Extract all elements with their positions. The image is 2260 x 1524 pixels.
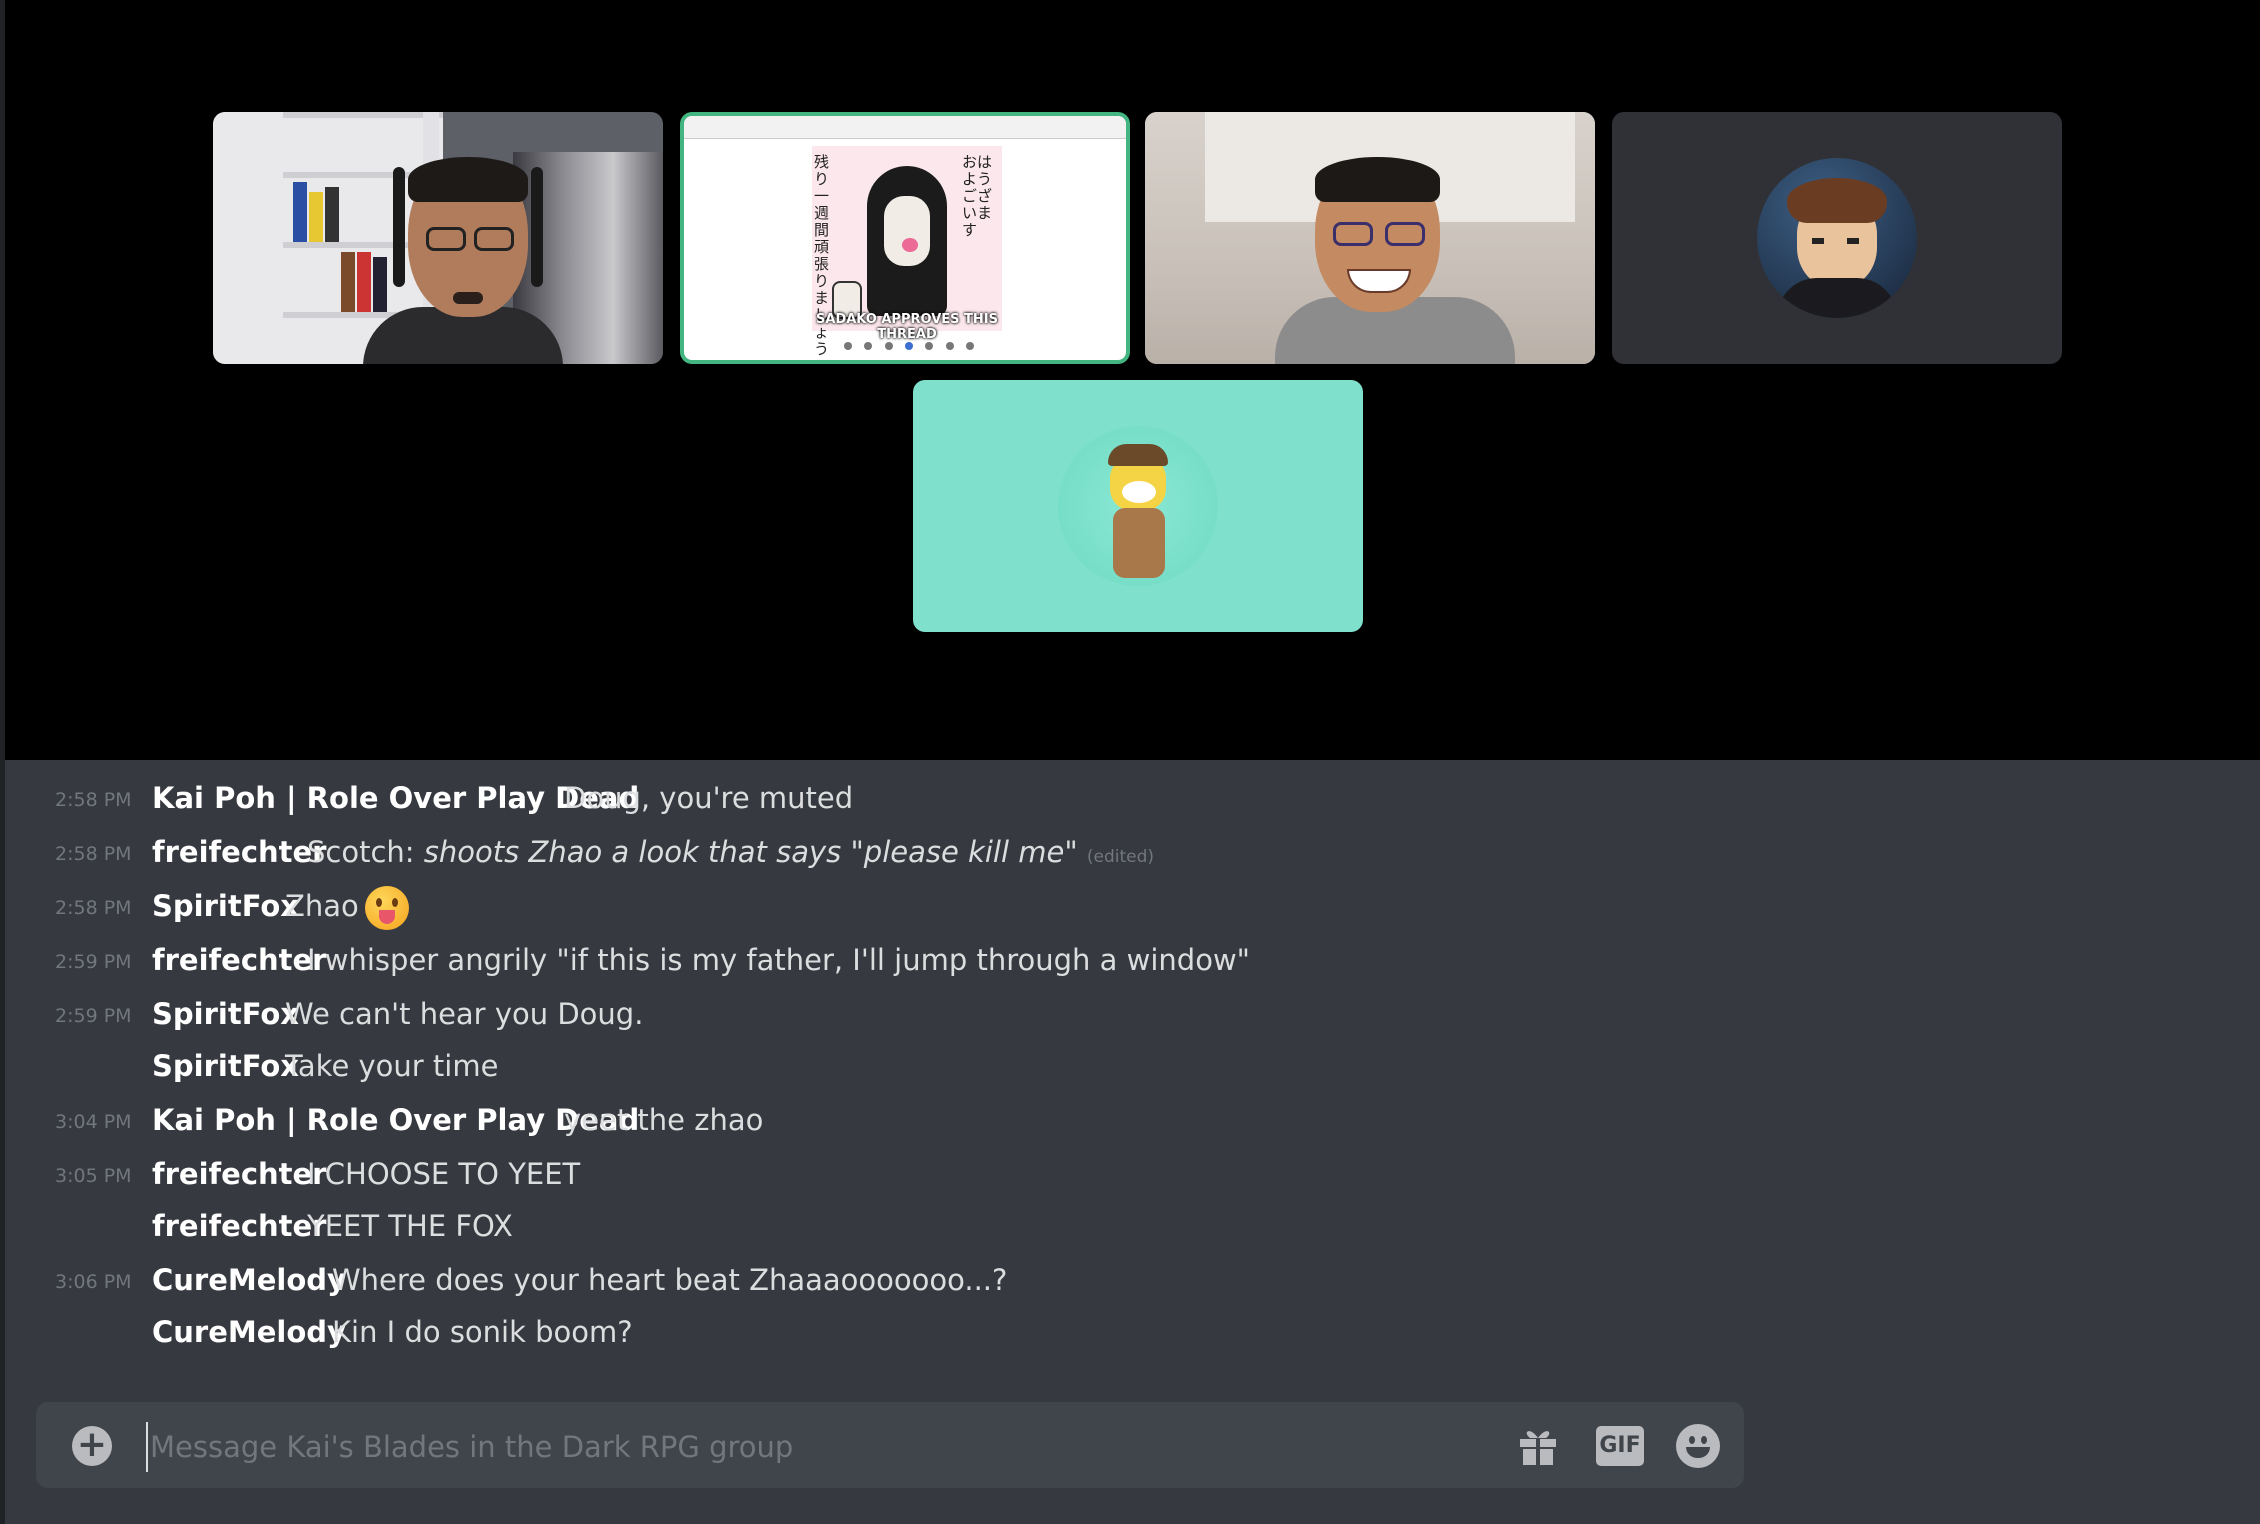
message-text: Doug, you're muted — [564, 781, 854, 815]
video-tile-webcam-2[interactable] — [1145, 112, 1595, 364]
plus-circle-icon[interactable]: + — [72, 1426, 112, 1466]
message-author[interactable]: freifechter — [152, 832, 326, 872]
message-timestamp: 3:06 PM — [55, 1271, 132, 1293]
message-text: We can't hear you Doug. — [285, 997, 644, 1031]
message-timestamp: 2:59 PM — [55, 951, 132, 973]
message-timestamp: 2:58 PM — [55, 789, 132, 811]
message-composer: + GIF — [36, 1402, 1744, 1488]
message-input[interactable] — [146, 1422, 1512, 1472]
message-text: Where does your heart beat Zhaaaooooooo.… — [332, 1263, 1008, 1297]
tongue-out-face-icon[interactable] — [364, 886, 409, 930]
message-text: Take your time — [285, 1049, 499, 1083]
media-controls — [844, 342, 974, 352]
message-author[interactable]: SpiritFox — [152, 1046, 299, 1086]
shared-meme-image: 残り一週間頑張りましょう おはようございます — [812, 146, 1002, 358]
user-avatar — [1757, 158, 1917, 318]
message-text-prefix: Scotch: — [307, 835, 424, 869]
shared-window-toolbar — [684, 116, 1126, 139]
message-text: YEET THE FOX — [307, 1209, 513, 1243]
message-author[interactable]: SpiritFox — [152, 994, 299, 1034]
person-face — [1315, 157, 1440, 312]
person-face — [408, 157, 528, 317]
message-author[interactable]: CureMelody — [152, 1312, 346, 1352]
discord-call-window: 残り一週間頑張りましょう おはようございます SADAKO APPROVES T… — [0, 0, 2260, 1524]
message-text-content: Zhao — [285, 889, 359, 923]
gif-button[interactable]: GIF — [1596, 1426, 1644, 1466]
message-timestamp: 2:59 PM — [55, 1005, 132, 1027]
message-author[interactable]: CureMelody — [152, 1260, 346, 1300]
message-text: yeet the zhao — [564, 1103, 764, 1137]
chat-messages: 2:58 PM Kai Poh | Role Over Play Dead Do… — [5, 760, 2260, 1400]
message-author[interactable]: SpiritFox — [152, 886, 299, 926]
message-timestamp: 2:58 PM — [55, 843, 132, 865]
video-call-area: 残り一週間頑張りましょう おはようございます SADAKO APPROVES T… — [5, 0, 2260, 760]
gift-icon[interactable] — [1516, 1424, 1560, 1468]
message-author[interactable]: freifechter — [152, 1154, 326, 1194]
message-timestamp: 3:05 PM — [55, 1165, 132, 1187]
message-text: Kin I do sonik boom? — [332, 1315, 633, 1349]
user-avatar — [1058, 426, 1218, 586]
message-text: I whisper angrily "if this is my father,… — [307, 943, 1250, 977]
meme-caption: SADAKO APPROVES THIS THREAD — [816, 312, 998, 342]
message-text: Scotch: shoots Zhao a look that says "pl… — [307, 832, 1154, 877]
video-tile-avatar-1[interactable] — [1612, 112, 2062, 364]
message-author[interactable]: freifechter — [152, 1206, 326, 1246]
message-timestamp: 2:58 PM — [55, 897, 132, 919]
message-text-italic: shoots Zhao a look that says "please kil… — [423, 835, 1078, 869]
video-tile-webcam-1[interactable] — [213, 112, 663, 364]
message-text: I CHOOSE TO YEET — [307, 1157, 581, 1191]
video-tile-screen-share[interactable]: 残り一週間頑張りましょう おはようございます SADAKO APPROVES T… — [680, 112, 1130, 364]
video-tile-avatar-2[interactable] — [913, 380, 1363, 632]
message-author[interactable]: freifechter — [152, 940, 326, 980]
message-text: Zhao — [285, 886, 409, 930]
edited-label: (edited) — [1086, 847, 1155, 867]
smile-emoji-icon[interactable] — [1676, 1424, 1720, 1468]
message-timestamp: 3:04 PM — [55, 1111, 132, 1133]
